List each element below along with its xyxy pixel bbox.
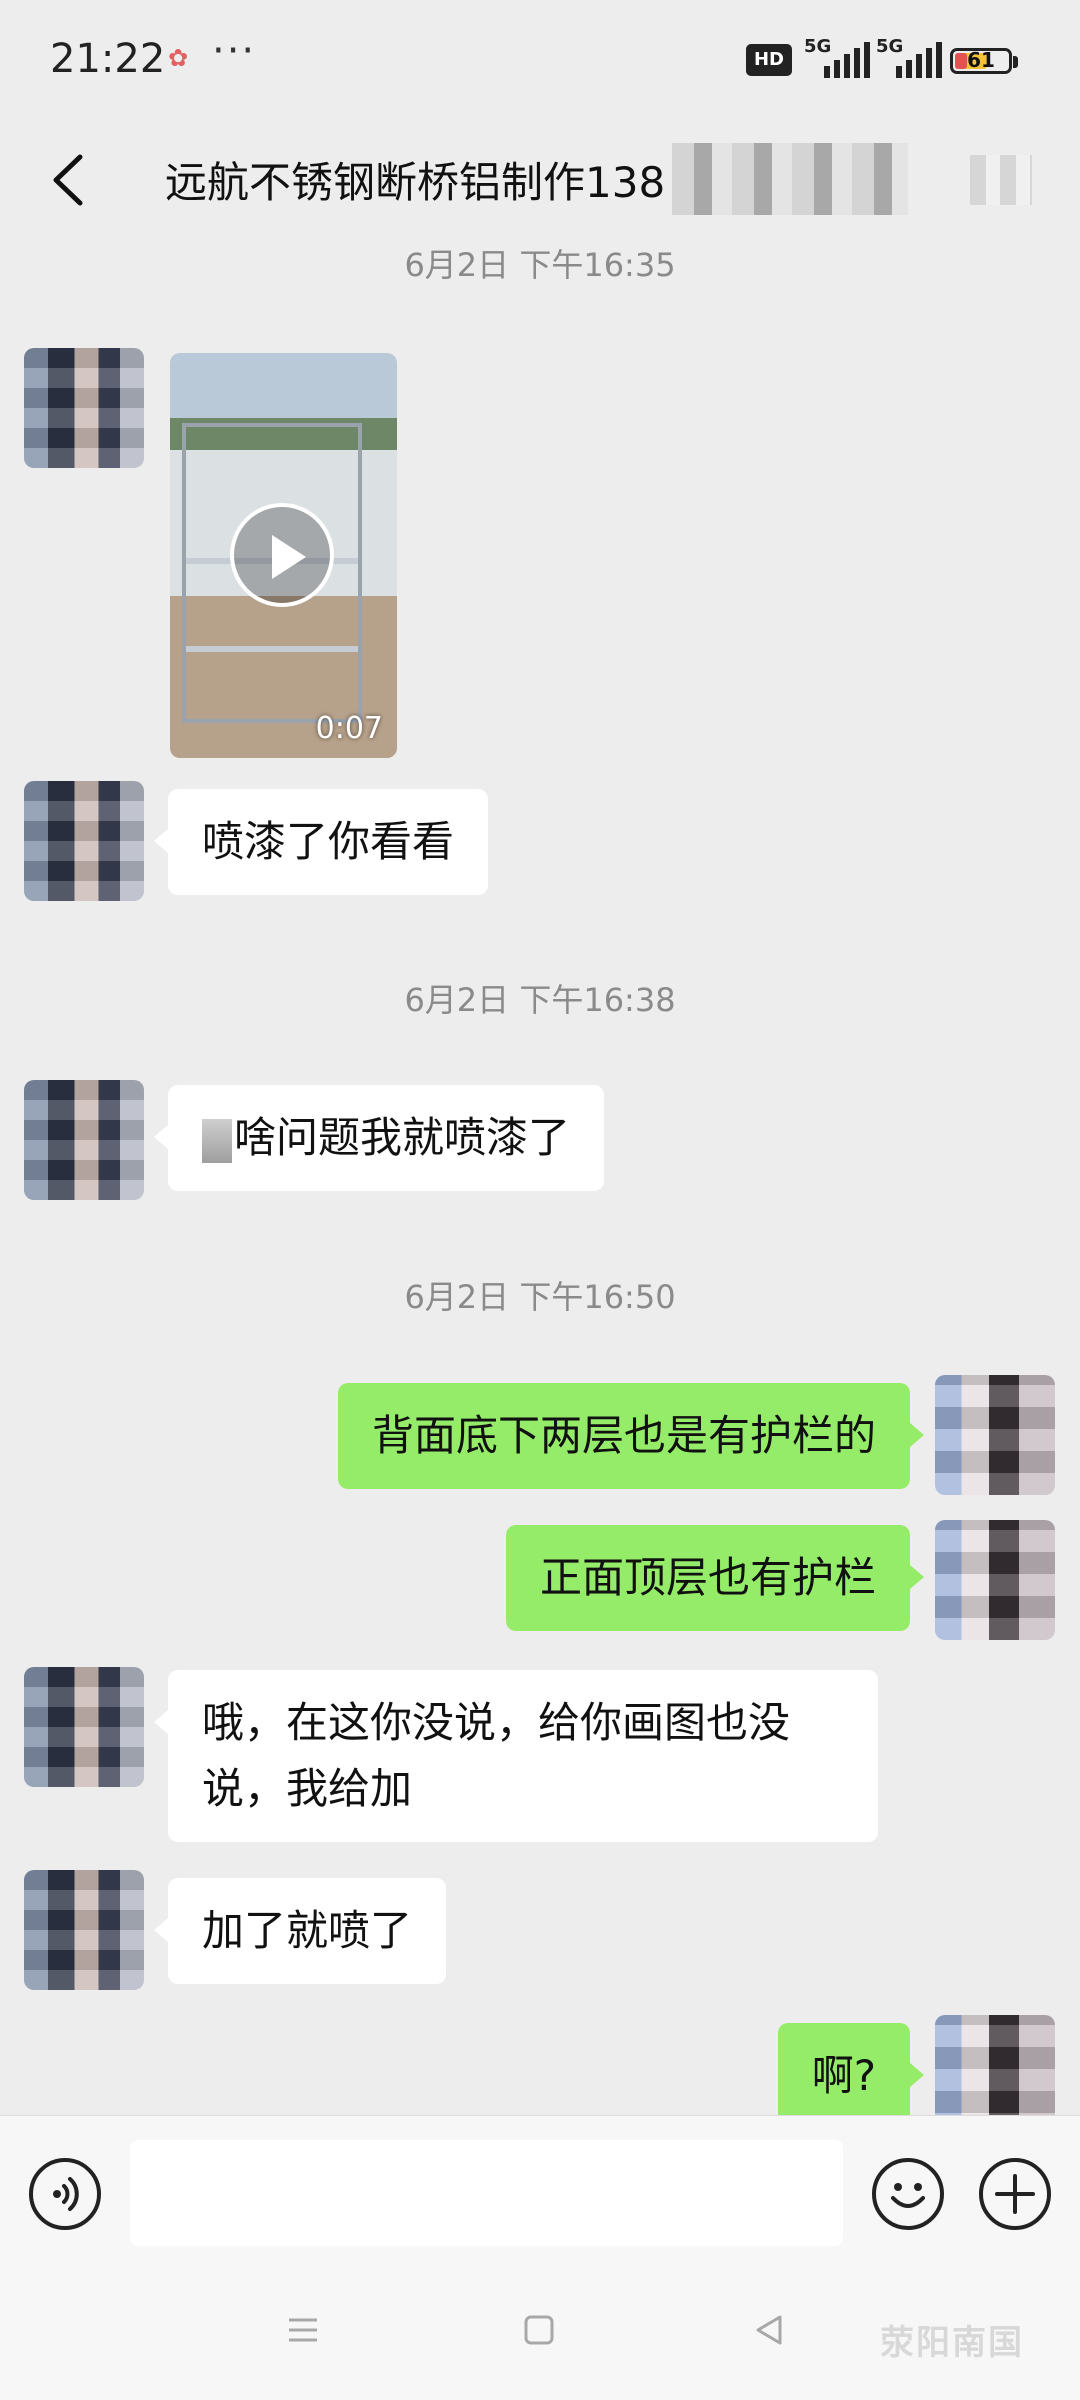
redacted-character [202, 1118, 232, 1163]
redacted-phone-number [672, 143, 908, 215]
contact-avatar[interactable] [24, 781, 144, 901]
chat-title-suffix: 8 [638, 158, 666, 207]
message-text-line: 哦，在这你没说，给你画图也没 [202, 1698, 791, 1747]
message-text: 背面底下两层也是有护栏的 [371, 1411, 876, 1460]
message-text: 加了就喷了 [202, 1906, 413, 1955]
back-icon[interactable] [752, 2313, 786, 2347]
video-message[interactable]: 0:07 [170, 353, 397, 758]
my-avatar[interactable] [935, 1520, 1055, 1640]
message-text: 正面顶层也有护栏 [539, 1553, 876, 1602]
battery-tip [1013, 56, 1018, 68]
signal-icon-2: 5G [876, 36, 950, 80]
play-icon[interactable] [230, 503, 334, 607]
watermark-logo: 荥阳南国 [880, 2323, 1024, 2363]
contact-avatar[interactable] [24, 1080, 144, 1200]
message-text-line: 说，我给加 [202, 1764, 413, 1813]
message-text: 啥问题我就喷漆了 [234, 1113, 571, 1162]
more-options-icon[interactable] [970, 155, 1032, 205]
hd-volte-icon: HD [746, 44, 792, 76]
input-bar [0, 2115, 1080, 2276]
signal-icon-1: 5G [804, 36, 878, 80]
message-text: 喷漆了你看看 [202, 817, 455, 866]
chat-title: 远航不锈钢断桥铝制作138 [165, 149, 665, 210]
voice-input-icon[interactable] [29, 2158, 101, 2230]
message-list[interactable]: 6月2日 下午16:35 0:07 喷漆了你看看 6月2日 下午16:38 啥问… [0, 235, 1080, 2135]
contact-avatar[interactable] [24, 348, 144, 468]
contact-avatar[interactable] [24, 1667, 144, 1787]
timestamp: 6月2日 下午16:35 [404, 246, 676, 284]
message-bubble-incoming[interactable]: 喷漆了你看看 [153, 789, 489, 895]
chat-title-text: 远航不锈钢断桥铝制作13 [165, 158, 639, 207]
notification-icon: ✿ [168, 44, 189, 72]
add-attachment-icon[interactable] [979, 2158, 1051, 2230]
message-bubble-incoming[interactable]: 哦，在这你没说，给你画图也没 说，我给加 [154, 1670, 878, 1842]
message-input[interactable] [130, 2140, 843, 2246]
my-avatar[interactable] [935, 1375, 1055, 1495]
status-bar: 21:22 ✿ ··· HD 5G 5G 61 [0, 0, 1080, 125]
back-arrow-icon[interactable] [44, 151, 94, 209]
emoji-icon[interactable] [872, 2158, 944, 2230]
more-notifications-icon: ··· [212, 28, 257, 74]
home-icon[interactable] [522, 2313, 556, 2347]
message-bubble-incoming[interactable]: 啥问题我就喷漆了 [153, 1085, 605, 1191]
message-bubble-outgoing[interactable]: 背面底下两层也是有护栏的 [337, 1383, 925, 1489]
menu-icon[interactable] [286, 2313, 320, 2347]
chat-header: 远航不锈钢断桥铝制作138 [0, 125, 1080, 235]
timestamp: 6月2日 下午16:38 [404, 981, 676, 1019]
video-duration: 0:07 [315, 711, 383, 746]
contact-avatar[interactable] [24, 1870, 144, 1990]
message-bubble-outgoing[interactable]: 正面顶层也有护栏 [505, 1525, 925, 1631]
message-text: 啊? [811, 2051, 876, 2100]
message-bubble-incoming[interactable]: 加了就喷了 [153, 1878, 447, 1984]
battery-icon: 61 [950, 48, 1012, 74]
system-nav-bar: 荥阳南国 [0, 2275, 1080, 2400]
timestamp: 6月2日 下午16:50 [404, 1278, 676, 1316]
status-time: 21:22 [50, 36, 166, 82]
message-bubble-outgoing[interactable]: 啊? [777, 2023, 925, 2129]
battery-level: 61 [967, 48, 995, 72]
